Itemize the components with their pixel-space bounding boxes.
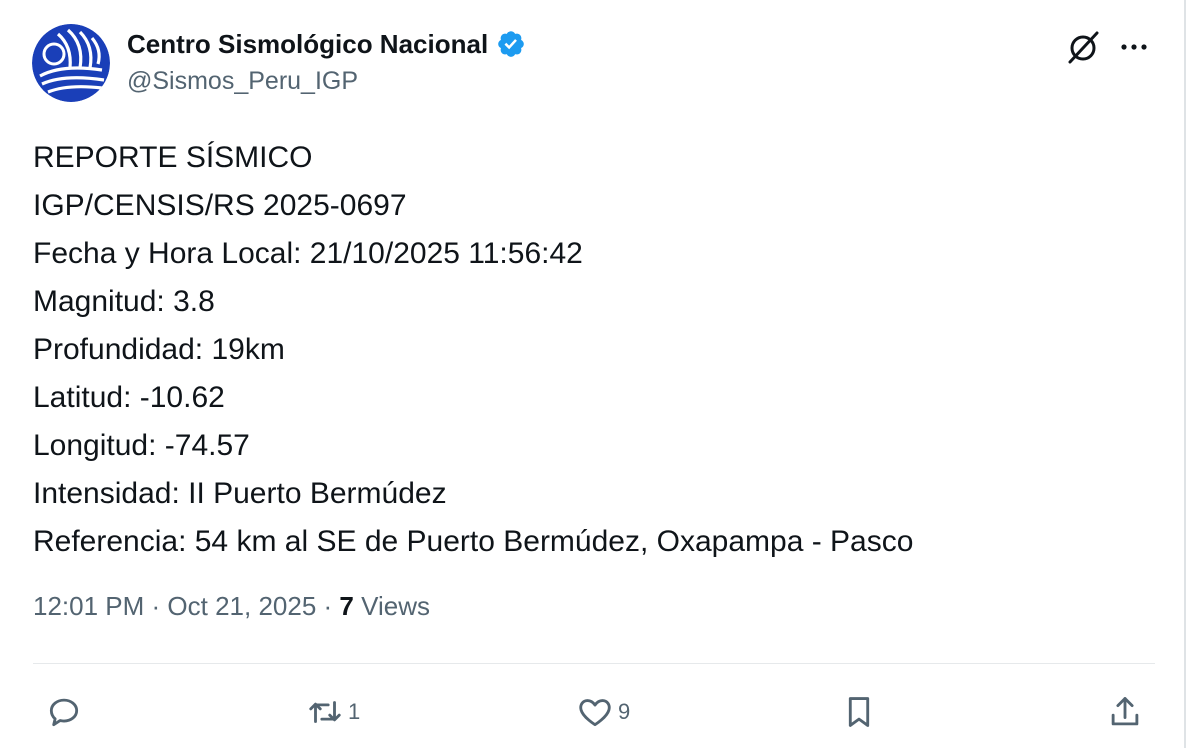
- more-button[interactable]: [1114, 28, 1154, 66]
- reply-button[interactable]: [45, 690, 87, 734]
- tweet-line: Intensidad: II Puerto Bermúdez: [33, 477, 447, 510]
- share-icon: [1111, 697, 1139, 726]
- tweet-meta: 12:01 PM · Oct 21, 2025 · 7 Views: [33, 591, 430, 622]
- grok-button[interactable]: [1064, 28, 1102, 66]
- verified-badge-icon[interactable]: [496, 29, 526, 59]
- like-count: 9: [618, 699, 631, 724]
- igp-logo-icon: [32, 24, 110, 102]
- more-icon: [1121, 44, 1147, 50]
- tweet-line: Fecha y Hora Local: 21/10/2025 11:56:42: [33, 237, 583, 270]
- bookmark-icon: [848, 697, 870, 727]
- like-button[interactable]: 9: [576, 690, 630, 734]
- author-name-row[interactable]: Centro Sismológico Nacional: [127, 27, 526, 61]
- tweet-time[interactable]: 12:01 PM: [33, 591, 144, 621]
- tweet-line: REPORTE SÍSMICO: [33, 141, 313, 174]
- tweet-line: Latitud: -10.62: [33, 381, 225, 414]
- grok-icon: [1068, 31, 1099, 64]
- tweet-line: Profundidad: 19km: [33, 333, 285, 366]
- retweet-button[interactable]: 1: [306, 690, 360, 734]
- tweet-line: Magnitud: 3.8: [33, 285, 215, 318]
- avatar[interactable]: [32, 24, 110, 102]
- tweet-text: REPORTE SÍSMICO IGP/CENSIS/RS 2025-0697 …: [33, 134, 1163, 566]
- share-button[interactable]: [1106, 690, 1144, 734]
- meta-separator: ·: [144, 591, 168, 621]
- tweet-date[interactable]: Oct 21, 2025: [167, 591, 316, 621]
- tweet-line: IGP/CENSIS/RS 2025-0697: [33, 189, 407, 222]
- retweet-count: 1: [348, 699, 361, 724]
- tweet-line: Longitud: -74.57: [33, 429, 250, 462]
- views-count: 7: [339, 591, 354, 621]
- meta-separator: ·: [316, 591, 340, 621]
- tweet-line: Referencia: 54 km al SE de Puerto Bermúd…: [33, 525, 914, 558]
- heart-icon: [579, 699, 611, 727]
- views-label: Views: [353, 591, 430, 621]
- bookmark-button[interactable]: [840, 690, 878, 734]
- author-display-name[interactable]: Centro Sismológico Nacional: [127, 29, 488, 60]
- retweet-icon: [309, 701, 341, 723]
- reply-icon: [49, 698, 79, 727]
- author-handle[interactable]: @Sismos_Peru_IGP: [127, 67, 358, 96]
- divider: [33, 663, 1155, 664]
- tweet-card: Centro Sismológico Nacional @Sismos_Peru…: [0, 0, 1186, 748]
